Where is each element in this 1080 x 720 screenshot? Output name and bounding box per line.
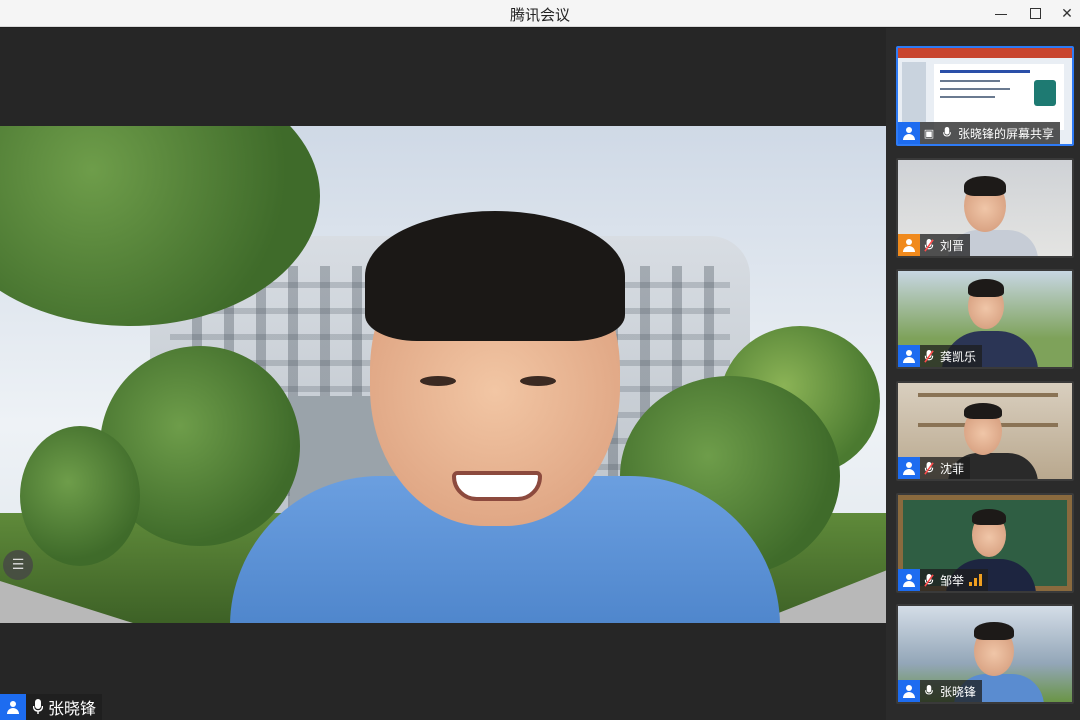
- user-avatar-icon: [898, 680, 920, 702]
- participant-hair: [972, 509, 1006, 525]
- screen-share-icon: ▣: [923, 126, 935, 140]
- participant-name: 邹举: [940, 573, 965, 588]
- microphone-icon: [920, 682, 938, 700]
- participant-hair: [964, 176, 1006, 196]
- participant-sidebar: ▣ 张晓锋的屏幕共享 刘晋 龚凯乐 沈菲 邹举 张晓锋: [886, 28, 1080, 720]
- list-menu-icon: ☰: [11, 557, 25, 573]
- microphone-muted-icon: [920, 236, 938, 254]
- participant-tag: ▣ 张晓锋的屏幕共享: [898, 122, 1061, 144]
- maximize-button[interactable]: [1018, 0, 1052, 27]
- participant-hair: [974, 622, 1014, 640]
- slide-canvas: [934, 64, 1064, 130]
- user-avatar-icon: [898, 569, 920, 591]
- main-speaker-name: 张晓锋: [48, 699, 97, 718]
- speaker-eye: [520, 376, 556, 386]
- participant-tile-screen-share[interactable]: ▣ 张晓锋的屏幕共享: [896, 46, 1074, 146]
- participant-tag: 张晓锋: [898, 680, 983, 702]
- user-avatar-icon: [0, 694, 26, 720]
- title-bar: 腾讯会议 ✕: [0, 0, 1080, 27]
- main-stage: ☰ 张晓锋: [0, 28, 886, 720]
- minimize-icon: [995, 13, 1007, 16]
- participant-name: 刘晋: [940, 238, 965, 253]
- participant-tag: 沈菲: [898, 457, 971, 479]
- speaker-mouth: [452, 471, 542, 501]
- participant-name: 张晓锋的屏幕共享: [958, 126, 1055, 141]
- side-menu-button[interactable]: ☰: [3, 550, 33, 580]
- user-avatar-icon: [898, 345, 920, 367]
- slide-thumbnails: [902, 62, 926, 122]
- participant-hair: [968, 279, 1004, 297]
- microphone-muted-icon: [920, 347, 938, 365]
- close-icon: ✕: [1061, 5, 1073, 22]
- participant-tag: 龚凯乐: [898, 345, 983, 367]
- participant-tile[interactable]: 沈菲: [896, 381, 1074, 481]
- microphone-muted-icon: [920, 459, 938, 477]
- participant-name: 张晓锋: [940, 684, 977, 699]
- user-avatar-icon: [898, 122, 920, 144]
- user-avatar-icon: [898, 234, 920, 256]
- video-background-tree: [20, 426, 140, 566]
- participant-hair: [964, 403, 1002, 419]
- speaking-indicator-icon: [969, 574, 983, 586]
- participant-name: 龚凯乐: [940, 349, 977, 364]
- speaker-eye: [420, 376, 456, 386]
- main-speaker-video[interactable]: [0, 126, 886, 623]
- microphone-icon: [938, 124, 956, 142]
- speaker-person: [230, 206, 780, 623]
- participant-tag: 邹举: [898, 569, 989, 591]
- participant-tile[interactable]: 邹举: [896, 493, 1074, 593]
- main-speaker-name-tag: 张晓锋: [0, 694, 103, 720]
- window-title: 腾讯会议: [509, 6, 570, 24]
- microphone-icon: [30, 697, 46, 717]
- participant-tile[interactable]: 刘晋: [896, 158, 1074, 258]
- slide-ribbon: [898, 48, 1072, 58]
- speaker-hair: [365, 211, 625, 341]
- microphone-muted-icon: [920, 571, 938, 589]
- minimize-button[interactable]: [984, 0, 1018, 27]
- participant-name: 沈菲: [940, 461, 965, 476]
- close-button[interactable]: ✕: [1050, 0, 1080, 27]
- user-avatar-icon: [898, 457, 920, 479]
- participant-tile[interactable]: 张晓锋: [896, 604, 1074, 704]
- maximize-icon: [1029, 8, 1041, 19]
- participant-tile[interactable]: 龚凯乐: [896, 269, 1074, 369]
- participant-tag: 刘晋: [898, 234, 971, 256]
